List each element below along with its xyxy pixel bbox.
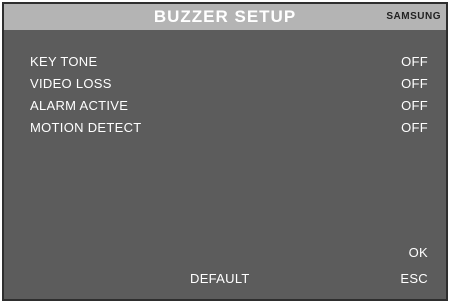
menu-item-value[interactable]: OFF [401,51,428,73]
brand-logo: SAMSUNG [386,11,441,22]
page-title: BUZZER SETUP [153,7,297,26]
menu-item-video-loss[interactable]: VIDEO LOSS OFF [4,73,446,95]
menu-item-value[interactable]: OFF [401,117,428,139]
title-bar: BUZZER SETUP SAMSUNG [4,4,446,30]
menu-item-alarm-active[interactable]: ALARM ACTIVE OFF [4,95,446,117]
menu-item-label: KEY TONE [30,54,98,69]
ok-button[interactable]: OK [409,245,428,260]
menu-item-value[interactable]: OFF [401,95,428,117]
menu-item-motion-detect[interactable]: MOTION DETECT OFF [4,117,446,139]
menu-item-key-tone[interactable]: KEY TONE OFF [4,51,446,73]
menu-item-label: MOTION DETECT [30,120,142,135]
esc-button[interactable]: ESC [400,271,428,286]
osd-screen: BUZZER SETUP SAMSUNG KEY TONE OFF VIDEO … [2,2,448,301]
menu-item-value[interactable]: OFF [401,73,428,95]
menu-item-label: ALARM ACTIVE [30,98,129,113]
menu-item-label: VIDEO LOSS [30,76,112,91]
default-button[interactable]: DEFAULT [190,271,250,286]
settings-menu: KEY TONE OFF VIDEO LOSS OFF ALARM ACTIVE… [4,51,446,139]
